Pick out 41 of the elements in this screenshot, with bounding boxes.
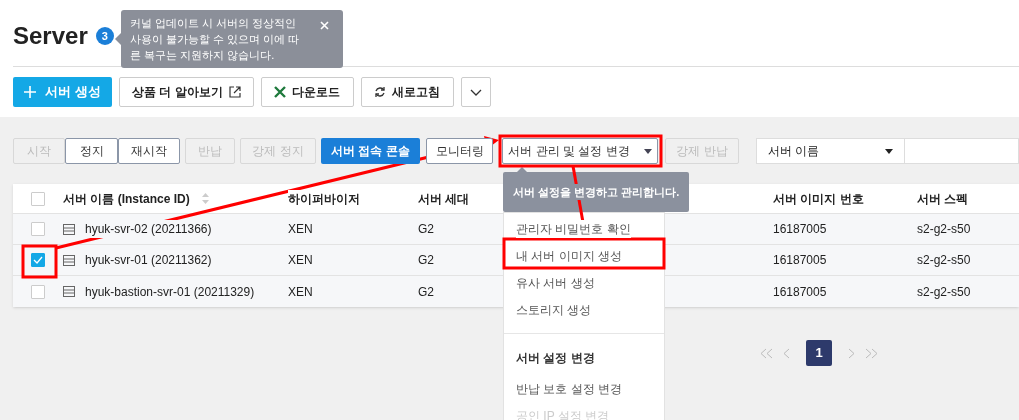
page-button[interactable]: 1 xyxy=(806,340,832,366)
refresh-icon xyxy=(374,86,387,98)
action-button[interactable]: 재시작 xyxy=(118,138,180,164)
toolbar-button[interactable]: 새로고침 xyxy=(360,77,454,107)
last-page-icon[interactable] xyxy=(865,347,878,359)
dropdown-button[interactable]: 서버 관리 및 설정 변경 xyxy=(502,138,658,164)
action-button[interactable]: 서버 접속 콘솔 xyxy=(321,138,420,164)
sort-icon[interactable] xyxy=(201,193,209,204)
menu-item[interactable]: 관리자 비밀번호 확인 xyxy=(516,219,631,238)
checkbox[interactable] xyxy=(31,253,45,267)
checkbox[interactable] xyxy=(31,222,45,236)
check-icon xyxy=(33,256,43,264)
table-cell: hyuk-svr-02 (20211366) xyxy=(85,220,212,238)
highlight-box xyxy=(21,244,58,279)
checkbox[interactable] xyxy=(31,284,45,299)
server-icon xyxy=(63,286,75,297)
more-button[interactable] xyxy=(460,77,491,107)
external-link-icon xyxy=(228,86,241,98)
checkbox[interactable] xyxy=(31,191,45,206)
server-icon xyxy=(63,254,75,266)
notice-text: 커널 업데이트 시 서버의 정상적인 사용이 불가능할 수 있으며 이에 따른 복구는 지원하지 않습니다. xyxy=(130,16,301,63)
action-button[interactable]: 모니터링 xyxy=(426,138,493,164)
column-header: 하이퍼바이저 xyxy=(288,189,360,208)
server-icon xyxy=(63,223,75,235)
plus-icon xyxy=(24,86,37,98)
page-title: Server xyxy=(13,21,88,51)
previous-page-icon[interactable] xyxy=(783,347,790,359)
toolbar-button[interactable]: 다운로드 xyxy=(260,77,354,107)
search-field[interactable] xyxy=(904,138,1019,164)
close-icon[interactable] xyxy=(320,21,329,30)
caret-icon xyxy=(884,148,893,154)
menu-heading: 서버 설정 변경 xyxy=(515,349,596,367)
spreadsheet-x-icon xyxy=(274,86,287,98)
toolbar-button[interactable]: 상품 더 알아보기 xyxy=(119,77,254,107)
tooltip-text: 서버 설정을 변경하고 관리합니다. xyxy=(513,183,680,201)
first-page-icon[interactable] xyxy=(760,347,773,359)
filter-select[interactable]: 서버 이름 xyxy=(756,138,905,164)
count-badge: 3 xyxy=(95,27,114,45)
next-page-icon[interactable] xyxy=(848,347,855,359)
action-button[interactable]: 정지 xyxy=(65,138,118,164)
caret-icon xyxy=(643,148,652,154)
